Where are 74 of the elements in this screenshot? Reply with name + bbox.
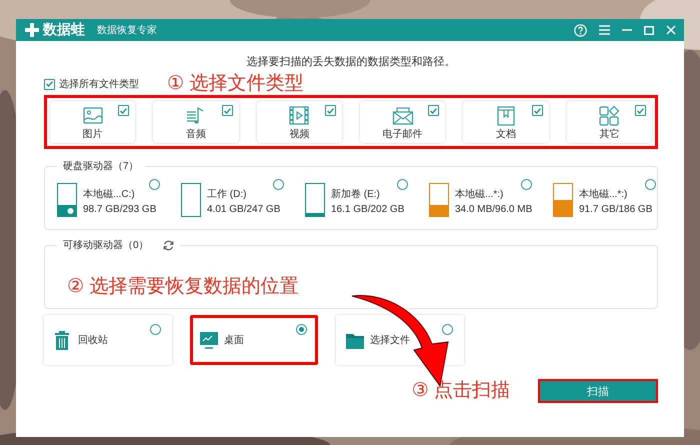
- select-all-checkbox[interactable]: [44, 78, 55, 90]
- drive-usage: 34.0 MB/96.0 MB: [455, 204, 532, 215]
- help-icon[interactable]: [574, 24, 587, 36]
- location-label: 回收站: [78, 334, 108, 347]
- radio-button[interactable]: [442, 324, 453, 335]
- maximize-icon[interactable]: [644, 26, 654, 34]
- close-icon[interactable]: [666, 25, 676, 35]
- checkbox[interactable]: [635, 105, 646, 116]
- drive-item[interactable]: 本地磁...*:) 91.7 GB/186 GB: [553, 179, 657, 229]
- drive-name: 新加卷 (E:): [331, 189, 381, 200]
- select-all-label: 选择所有文件类型: [59, 78, 139, 91]
- document-icon: [494, 104, 517, 126]
- radio-button[interactable]: [149, 179, 160, 190]
- drive-usage: 91.7 GB/186 GB: [579, 204, 652, 215]
- checkbox[interactable]: [428, 105, 440, 116]
- checkbox[interactable]: [118, 105, 130, 116]
- app-name: 数据蛙: [43, 21, 85, 39]
- file-type-label: 电子邮件: [382, 128, 423, 140]
- radio-button[interactable]: [296, 324, 307, 335]
- monitor-icon: [199, 330, 219, 350]
- file-type-label: 视频: [289, 128, 310, 140]
- drive-usage: 4.01 GB/247 GB: [207, 204, 280, 215]
- drive-item[interactable]: 新加卷 (E:) 16.1 GB/202 GB: [305, 179, 429, 229]
- radio-button[interactable]: [397, 179, 408, 190]
- drive-usage: 16.1 GB/202 GB: [331, 204, 404, 215]
- annotation-text: ② 选择需要恢复数据的位置: [67, 276, 298, 297]
- section-title: 可移动驱动器（0）: [63, 239, 149, 252]
- drive-usage: 98.7 GB/293 GB: [83, 204, 156, 215]
- file-type-card[interactable]: 图片: [50, 101, 136, 143]
- logo-icon: [24, 22, 40, 38]
- file-type-label: 音频: [186, 128, 206, 140]
- drive-item[interactable]: 工作 (D:) 4.01 GB/247 GB: [181, 179, 305, 229]
- file-type-label: 其它: [599, 128, 620, 140]
- file-type-label: 图片: [82, 128, 103, 140]
- menu-icon[interactable]: [599, 25, 610, 35]
- minimize-icon[interactable]: [622, 29, 632, 31]
- refresh-icon[interactable]: [162, 240, 174, 250]
- drive-icon[interactable]: [429, 183, 449, 217]
- checkbox[interactable]: [222, 105, 233, 116]
- file-type-card[interactable]: 电子邮件: [360, 101, 446, 143]
- drive-icon[interactable]: [181, 183, 201, 217]
- image-icon: [82, 104, 104, 126]
- annotation-text: ① 选择文件类型: [167, 73, 304, 95]
- drive-name: 工作 (D:): [207, 189, 248, 200]
- location-card[interactable]: 桌面: [190, 315, 318, 365]
- instruction-text: 选择要扫描的丢失数据的数据类型和路径。: [246, 55, 456, 69]
- radio-button[interactable]: [273, 179, 284, 190]
- drive-name: 本地磁...*:): [455, 189, 504, 200]
- location-label: 桌面: [224, 334, 244, 347]
- location-label: 选择文件: [370, 334, 410, 347]
- file-type-card[interactable]: 文档: [463, 101, 549, 143]
- file-type-card[interactable]: 视频: [256, 101, 342, 143]
- location-card[interactable]: 回收站: [44, 315, 172, 365]
- radio-button[interactable]: [150, 324, 161, 335]
- drive-name: 本地磁...C:): [83, 189, 136, 200]
- file-type-card[interactable]: 其它: [566, 101, 652, 143]
- app-subtitle: 数据恢复专家: [97, 24, 157, 37]
- drive-name: 本地磁...*:): [579, 189, 628, 200]
- scan-button[interactable]: 扫描: [538, 379, 658, 403]
- envelope-icon: [392, 104, 414, 126]
- radio-button[interactable]: [645, 179, 656, 190]
- drive-icon[interactable]: [305, 183, 325, 217]
- radio-button[interactable]: [521, 179, 532, 190]
- annotation-text: ③ 点击扫描: [412, 380, 510, 402]
- file-type-card[interactable]: 音频: [153, 101, 239, 143]
- checkbox[interactable]: [325, 105, 336, 116]
- shapes-icon: [598, 104, 620, 126]
- file-type-label: 文档: [496, 128, 516, 140]
- film-icon: [288, 104, 310, 126]
- drive-icon[interactable]: [553, 183, 573, 217]
- checkbox[interactable]: [532, 105, 543, 116]
- drive-icon[interactable]: [57, 183, 77, 217]
- section-title: 硬盘驱动器（7）: [63, 160, 139, 173]
- drive-item[interactable]: 本地磁...*:) 34.0 MB/96.0 MB: [429, 179, 553, 229]
